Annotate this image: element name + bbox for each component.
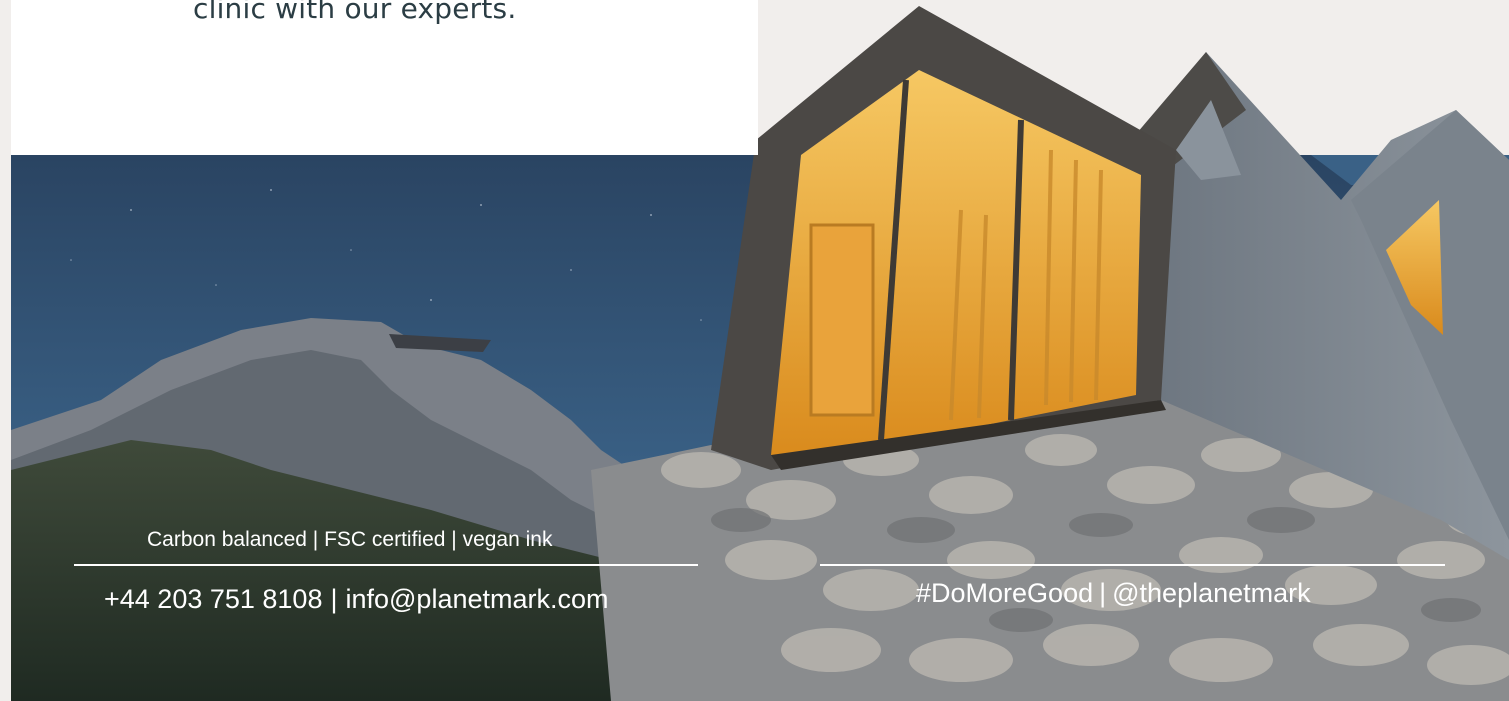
footer-divider-left: [74, 564, 698, 566]
hero-text-card: clinic with our experts.: [11, 0, 758, 155]
footer-divider-right: [820, 564, 1445, 566]
contact-separator: |: [330, 584, 338, 614]
social-handle-link[interactable]: @theplanetmark: [1112, 578, 1311, 608]
contact-row: +44 203 751 8108 | info@planetmark.com: [104, 584, 609, 615]
social-separator: |: [1099, 578, 1107, 608]
phone-number[interactable]: +44 203 751 8108: [104, 584, 322, 615]
hero-tagline: clinic with our experts.: [193, 0, 517, 25]
social-row: #DoMoreGood | @theplanetmark: [916, 578, 1311, 609]
certification-text: Carbon balanced | FSC certified | vegan …: [147, 528, 553, 551]
email-link[interactable]: info@planetmark.com: [345, 584, 608, 615]
hashtag-link[interactable]: #DoMoreGood: [916, 578, 1093, 608]
left-margin-strip: [0, 0, 11, 701]
page: clinic with our experts. Carbon balanced…: [0, 0, 1509, 701]
